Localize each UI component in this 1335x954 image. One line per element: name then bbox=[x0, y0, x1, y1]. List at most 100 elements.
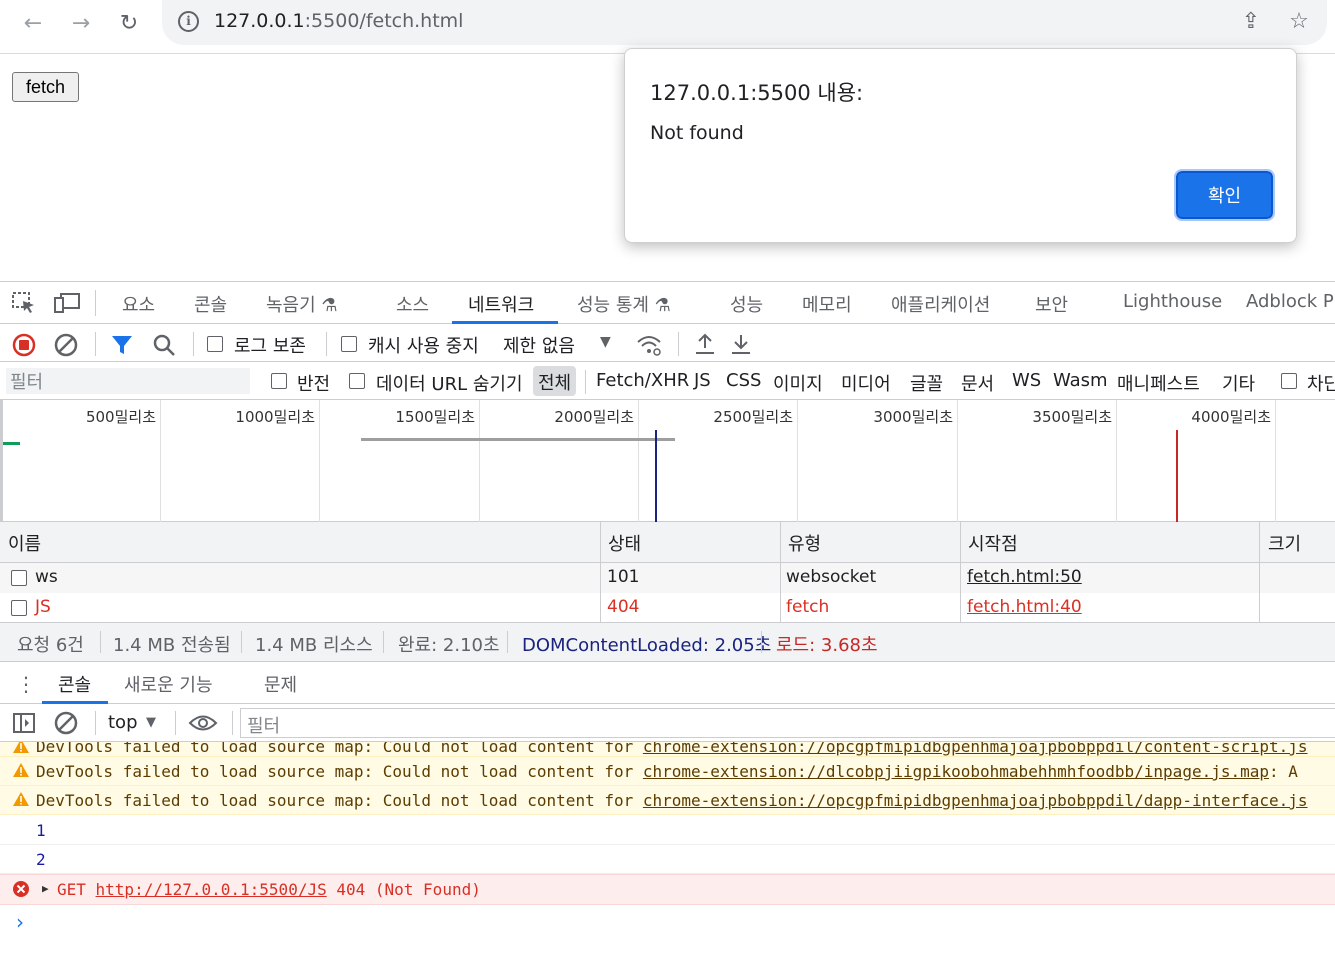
tab-sources[interactable]: 소스 bbox=[396, 291, 429, 317]
tab-network[interactable]: 네트워크 bbox=[468, 291, 534, 317]
tab-lighthouse[interactable]: Lighthouse bbox=[1123, 291, 1222, 312]
alert-ok-button[interactable]: 확인 bbox=[1174, 169, 1275, 221]
filter-type-img[interactable]: 이미지 bbox=[773, 370, 823, 396]
column-header-type[interactable]: 유형 bbox=[780, 522, 960, 563]
import-har-icon[interactable] bbox=[694, 332, 716, 356]
dom-content-loaded-marker bbox=[655, 430, 657, 522]
chevron-down-icon[interactable]: ▼ bbox=[146, 715, 156, 730]
tab-memory[interactable]: 메모리 bbox=[802, 291, 852, 317]
network-toolbar: 로그 보존 캐시 사용 중지 제한 없음 ▼ bbox=[0, 324, 1335, 362]
export-har-icon[interactable] bbox=[730, 332, 752, 356]
filter-type-wasm[interactable]: Wasm bbox=[1053, 370, 1108, 391]
tab-performance[interactable]: 성능 bbox=[730, 291, 763, 317]
tab-recorder[interactable]: 녹음기 ⚗ bbox=[266, 291, 338, 317]
eye-icon[interactable] bbox=[188, 712, 218, 734]
console-error-suffix: 404 (Not Found) bbox=[326, 880, 481, 899]
site-info-icon[interactable]: i bbox=[178, 11, 199, 32]
tab-elements[interactable]: 요소 bbox=[122, 291, 155, 317]
fetch-button[interactable]: fetch bbox=[12, 72, 79, 102]
filter-funnel-icon[interactable] bbox=[110, 333, 134, 357]
request-type: fetch bbox=[786, 597, 830, 617]
network-filter-input[interactable]: 필터 bbox=[6, 368, 250, 394]
filter-type-other[interactable]: 기타 bbox=[1222, 370, 1255, 396]
filter-type-doc[interactable]: 문서 bbox=[961, 370, 994, 396]
search-icon[interactable] bbox=[152, 333, 176, 357]
row-checkbox[interactable] bbox=[11, 570, 27, 586]
hide-data-urls-checkbox[interactable] bbox=[349, 373, 365, 389]
drawer-tab-whats-new[interactable]: 새로운 기능 bbox=[124, 671, 213, 697]
divider bbox=[678, 332, 679, 356]
back-arrow-icon[interactable]: ← bbox=[18, 8, 48, 38]
filter-type-font[interactable]: 글꼴 bbox=[910, 370, 943, 396]
column-divider[interactable] bbox=[960, 522, 961, 622]
row-checkbox[interactable] bbox=[11, 600, 27, 616]
timeline-gridline bbox=[160, 400, 161, 522]
tab-console[interactable]: 콘솔 bbox=[194, 291, 227, 317]
inspect-element-icon[interactable] bbox=[12, 292, 36, 314]
source-map-link[interactable]: chrome-extension://opcgpfmipidbgpenhmajo… bbox=[643, 742, 1308, 756]
reload-icon[interactable]: ↻ bbox=[114, 8, 144, 38]
more-vertical-icon[interactable]: ⋮ bbox=[16, 672, 36, 696]
source-map-link[interactable]: chrome-extension://dlcobpjiigpikoobohmab… bbox=[643, 762, 1269, 781]
network-filter-bar: 필터 반전 데이터 URL 숨기기 전체 Fetch/XHR JS CSS 이미… bbox=[0, 362, 1335, 400]
tab-performance-insights[interactable]: 성능 통계 ⚗ bbox=[577, 291, 671, 317]
throttling-select[interactable]: 제한 없음 bbox=[503, 332, 575, 358]
preserve-log-checkbox[interactable] bbox=[207, 336, 223, 352]
warning-icon bbox=[13, 742, 29, 753]
divider bbox=[507, 631, 508, 653]
console-log: 1 bbox=[0, 816, 1335, 845]
console-log-value: 2 bbox=[36, 850, 46, 869]
drawer-tab-issues[interactable]: 문제 bbox=[264, 671, 297, 697]
column-divider[interactable] bbox=[1259, 522, 1260, 622]
filter-type-all[interactable]: 전체 bbox=[533, 366, 577, 396]
column-header-initiator[interactable]: 시작점 bbox=[960, 522, 1260, 563]
source-map-link[interactable]: chrome-extension://opcgpfmipidbgpenhmajo… bbox=[643, 791, 1308, 810]
filter-type-fetch-xhr[interactable]: Fetch/XHR bbox=[596, 370, 689, 391]
column-divider[interactable] bbox=[780, 522, 781, 622]
context-select[interactable]: top bbox=[108, 712, 138, 733]
console-log: 2 bbox=[0, 845, 1335, 874]
filter-type-ws[interactable]: WS bbox=[1012, 370, 1041, 391]
drawer-tab-console[interactable]: 콘솔 bbox=[58, 671, 91, 697]
request-initiator-link[interactable]: fetch.html:50 bbox=[967, 567, 1082, 587]
address-bar[interactable]: i 127.0.0.1:5500/fetch.html ⇪ ☆ bbox=[162, 0, 1327, 45]
console-message-text: DevTools failed to load source map: Coul… bbox=[36, 762, 643, 781]
blocked-checkbox[interactable] bbox=[1281, 373, 1297, 389]
request-initiator-link[interactable]: fetch.html:40 bbox=[967, 597, 1082, 617]
disable-cache-checkbox[interactable] bbox=[341, 336, 357, 352]
forward-arrow-icon[interactable]: → bbox=[66, 8, 96, 38]
expand-triangle-icon[interactable]: ▶ bbox=[42, 882, 49, 895]
filter-type-js[interactable]: JS bbox=[694, 370, 711, 391]
console-prompt[interactable]: › bbox=[16, 910, 24, 934]
table-row[interactable]: ws 101 websocket fetch.html:50 bbox=[0, 563, 1335, 593]
column-header-status[interactable]: 상태 bbox=[600, 522, 780, 563]
device-toolbar-icon[interactable] bbox=[54, 292, 80, 314]
clear-icon[interactable] bbox=[54, 333, 78, 357]
chevron-down-icon[interactable]: ▼ bbox=[600, 334, 611, 350]
tab-application[interactable]: 애플리케이션 bbox=[891, 291, 990, 317]
network-conditions-icon[interactable] bbox=[636, 333, 662, 357]
timeline-gridline bbox=[1275, 400, 1276, 522]
share-icon[interactable]: ⇪ bbox=[1238, 9, 1264, 35]
table-row[interactable]: JS 404 fetch fetch.html:40 bbox=[0, 593, 1335, 623]
tab-security[interactable]: 보안 bbox=[1035, 291, 1068, 317]
invert-checkbox[interactable] bbox=[271, 373, 287, 389]
bookmark-star-icon[interactable]: ☆ bbox=[1286, 9, 1312, 35]
filter-type-css[interactable]: CSS bbox=[726, 370, 761, 391]
network-timeline-overview[interactable]: 500밀리초 1000밀리초 1500밀리초 2000밀리초 2500밀리초 3… bbox=[0, 400, 1335, 522]
error-url-link[interactable]: http://127.0.0.1:5500/JS bbox=[96, 880, 327, 899]
divider bbox=[761, 631, 762, 653]
sidebar-toggle-icon[interactable] bbox=[12, 711, 36, 735]
clear-console-icon[interactable] bbox=[54, 711, 78, 735]
url-text[interactable]: 127.0.0.1:5500/fetch.html bbox=[214, 10, 463, 32]
column-header-size[interactable]: 크기 bbox=[1260, 522, 1335, 563]
console-filter-input[interactable]: 필터 bbox=[240, 708, 1335, 738]
filter-type-media[interactable]: 미디어 bbox=[841, 370, 891, 396]
tab-adblock[interactable]: Adblock Plu bbox=[1246, 291, 1335, 312]
record-stop-icon[interactable] bbox=[12, 333, 36, 357]
column-divider[interactable] bbox=[600, 522, 601, 622]
column-header-name[interactable]: 이름 bbox=[0, 522, 600, 563]
filter-type-manifest[interactable]: 매니페스트 bbox=[1117, 370, 1200, 396]
divider bbox=[193, 332, 194, 356]
timeline-gridline bbox=[797, 400, 798, 522]
